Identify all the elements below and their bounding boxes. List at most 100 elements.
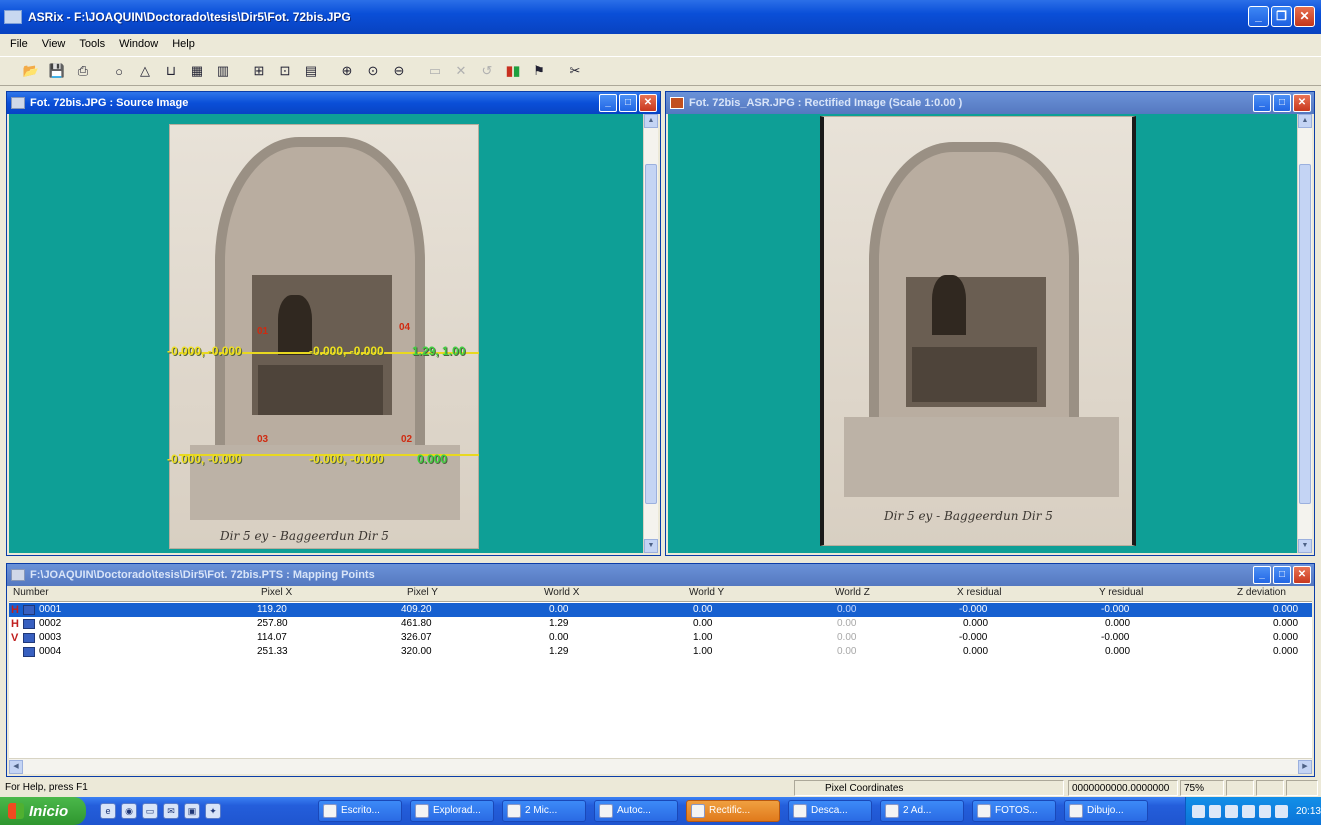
point-marker-01[interactable]: 01 [257,326,268,337]
close-button[interactable]: ✕ [639,94,657,112]
menu-window[interactable]: Window [117,38,160,50]
column-header[interactable]: Number [13,587,49,598]
security-icon[interactable] [1241,804,1255,818]
table-row[interactable]: H 0002 257.80 461.80 1.29 0.00 0.00 0.00… [9,617,1312,631]
column-header[interactable]: Pixel X [261,587,292,598]
clock[interactable]: 20:13 [1296,806,1321,817]
maximize-button[interactable]: □ [1273,94,1291,112]
circle-tool-icon[interactable]: ○ [108,60,130,82]
column-header[interactable]: Z deviation [1237,587,1286,598]
table-row[interactable]: H 0001 119.20 409.20 0.00 0.00 0.00 -0.0… [9,603,1312,617]
layers-icon[interactable]: ▤ [300,60,322,82]
rectified-window-titlebar[interactable]: Fot. 72bis_ASR.JPG : Rectified Image (Sc… [666,92,1314,114]
taskbar-item[interactable]: 2 Ad... [880,800,964,822]
transform-icon[interactable]: ⊡ [274,60,296,82]
volume-icon[interactable] [1225,804,1238,818]
update-icon[interactable] [1258,804,1272,818]
taskbar-item-active[interactable]: Rectific... [686,800,780,822]
taskbar-item[interactable]: Escrito... [318,800,402,822]
menu-file[interactable]: File [8,38,30,50]
measure-icon[interactable]: ⊞ [248,60,270,82]
rectangle-tool-icon[interactable]: ⊔ [160,60,182,82]
scroll-thumb[interactable] [645,164,657,504]
open-icon[interactable]: 📂 [20,60,42,82]
start-button[interactable]: Inicio [0,797,86,825]
zoom-out-icon[interactable]: ⊖ [388,60,410,82]
cell-x-residual: -0.000 [959,604,988,615]
media-icon[interactable]: ◉ [121,803,137,819]
save-icon[interactable]: 💾 [46,60,68,82]
taskbar-item[interactable]: Dibujo... [1064,800,1148,822]
word-icon [323,804,337,818]
grid-tool-icon[interactable]: ▦ [186,60,208,82]
maximize-button[interactable]: □ [1273,566,1291,584]
table-row[interactable]: 0004 251.33 320.00 1.29 1.00 0.00 0.000 … [9,645,1312,659]
ie-icon[interactable]: e [100,803,116,819]
table-row[interactable]: V 0003 114.07 326.07 0.00 1.00 0.00 -0.0… [9,631,1312,645]
source-image-canvas[interactable]: Dir 5 ey - Baggeerdun Dir 5 01 04 03 02 … [9,114,643,553]
mapping-points-table[interactable]: Number Pixel X Pixel Y World X World Y W… [9,586,1312,774]
column-header[interactable]: World Y [689,587,724,598]
undo-icon[interactable]: ↺ [476,60,498,82]
scroll-up-arrow[interactable]: ▲ [1298,114,1312,128]
taskbar-item[interactable]: Desca... [788,800,872,822]
scroll-down-arrow[interactable]: ▼ [644,539,658,553]
source-window-titlebar[interactable]: Fot. 72bis.JPG : Source Image [7,92,660,114]
scissors-icon[interactable]: ✂ [564,60,586,82]
point-marker-03[interactable]: 03 [257,434,268,445]
network-icon[interactable] [1208,804,1222,818]
tray-arrow-icon[interactable] [1192,804,1205,818]
point-marker-02[interactable]: 02 [401,434,412,445]
menu-view[interactable]: View [40,38,68,50]
chart-tool-icon[interactable]: ▥ [212,60,234,82]
print-icon[interactable]: ⎙ [72,60,94,82]
minimize-button[interactable]: _ [599,94,617,112]
zoom-in-icon[interactable]: ⊕ [336,60,358,82]
restore-button[interactable]: ❐ [1271,6,1292,27]
desktop-icon[interactable]: ▭ [142,803,158,819]
minimize-button[interactable]: _ [1253,566,1271,584]
taskbar-item[interactable]: Explorad... [410,800,494,822]
point-marker-04[interactable]: 04 [399,322,410,333]
scroll-up-arrow[interactable]: ▲ [644,114,658,128]
close-button[interactable]: ✕ [1293,566,1311,584]
column-header[interactable]: X residual [957,587,1001,598]
taskbar-item[interactable]: 2 Mic... [502,800,586,822]
app-shortcut-icon[interactable]: ✦ [205,803,221,819]
menu-tools[interactable]: Tools [77,38,107,50]
zoom-fit-icon[interactable]: ⊙ [362,60,384,82]
column-header[interactable]: Y residual [1099,587,1143,598]
column-header[interactable]: World Z [835,587,870,598]
column-header[interactable]: Pixel Y [407,587,438,598]
rectified-vertical-scrollbar[interactable]: ▲ ▼ [1297,114,1312,553]
mapping-window-titlebar[interactable]: F:\JOAQUIN\Doctorado\tesis\Dir5\Fot. 72b… [7,564,1314,586]
source-vertical-scrollbar[interactable]: ▲ ▼ [643,114,658,553]
flag-icon[interactable]: ⚑ [528,60,550,82]
color-bars-icon[interactable]: ▮ ▮ [502,60,524,82]
maximize-button[interactable]: □ [619,94,637,112]
office-icon[interactable]: ▣ [184,803,200,819]
column-header[interactable]: World X [544,587,579,598]
scroll-right-arrow[interactable]: ▶ [1298,760,1312,774]
cut-icon[interactable]: ▭ [424,60,446,82]
minimize-button[interactable]: _ [1253,94,1271,112]
scroll-left-arrow[interactable]: ◀ [9,760,23,774]
close-button[interactable]: ✕ [1293,94,1311,112]
mapping-horizontal-scrollbar[interactable]: ◀ ▶ [9,758,1312,774]
scroll-thumb[interactable] [1299,164,1311,504]
delete-icon[interactable]: ✕ [450,60,472,82]
toolbar-separator [414,60,420,82]
scroll-down-arrow[interactable]: ▼ [1298,539,1312,553]
menu-help[interactable]: Help [170,38,197,50]
folder-icon [793,804,807,818]
minimize-button[interactable]: _ [1248,6,1269,27]
outlook-icon[interactable]: ✉ [163,803,179,819]
taskbar-item[interactable]: Autoc... [594,800,678,822]
photo-caption: Dir 5 ey - Baggeerdun Dir 5 [884,509,1053,523]
close-button[interactable]: ✕ [1294,6,1315,27]
rectified-image-canvas[interactable]: Dir 5 ey - Baggeerdun Dir 5 [668,114,1297,553]
polygon-tool-icon[interactable]: △ [134,60,156,82]
main-titlebar[interactable]: ASRix - F:\JOAQUIN\Doctorado\tesis\Dir5\… [0,0,1321,34]
language-icon[interactable] [1275,804,1288,818]
taskbar-item[interactable]: FOTOS... [972,800,1056,822]
